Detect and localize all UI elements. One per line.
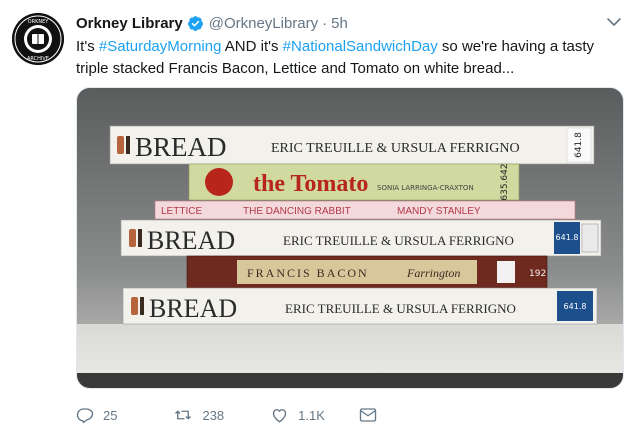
envelope-icon: [359, 408, 377, 422]
book-spine-lettice: LETTICE THE DANCING RABBIT MANDY STANLEY: [154, 200, 576, 220]
bread-title-text: BREAD: [147, 226, 235, 255]
direct-message-button[interactable]: [359, 407, 377, 423]
verified-badge-icon: [187, 15, 204, 32]
heart-icon: [272, 409, 287, 423]
tweet-header: Orkney Library @OrkneyLibrary · 5h: [76, 12, 348, 34]
book-spine-bread-bottom: BREAD ERIC TREUILLE & URSULA FERRIGNO 64…: [122, 287, 598, 325]
retweet-button[interactable]: 238: [173, 406, 224, 424]
user-handle[interactable]: @OrkneyLibrary: [209, 15, 318, 32]
bread-authors-text: ERIC TREUILLE & URSULA FERRIGNO: [271, 141, 520, 156]
hashtag-link[interactable]: #NationalSandwichDay: [283, 38, 438, 55]
tweet-text-segment: AND it's: [221, 38, 283, 55]
separator-dot: ·: [322, 14, 328, 32]
tweet-text: It's #SaturdayMorning AND it's #National…: [76, 36, 616, 80]
avatar[interactable]: ORKNEY ARCHIVE: [12, 13, 64, 65]
display-name[interactable]: Orkney Library: [76, 15, 183, 32]
book-spine-francis-bacon: FRANCIS BACON Farrington 192: [186, 255, 548, 289]
like-count: 1.1K: [298, 407, 325, 423]
book-spine-bread-top: BREAD ERIC TREUILLE & URSULA FERRIGNO 64…: [109, 125, 595, 165]
bacon-author-text: Farrington: [406, 266, 460, 280]
lettice-title-text: LETTICE: [161, 206, 202, 217]
book-spine-tomato: the Tomato SONIA LARRINGA-CRAXTON 635.64…: [188, 163, 520, 201]
tweet-photo[interactable]: BREAD ERIC TREUILLE & URSULA FERRIGNO 64…: [76, 87, 624, 389]
bacon-call-number-text: 192: [529, 269, 546, 279]
reply-button[interactable]: 25: [76, 406, 117, 424]
retweet-icon: [175, 410, 192, 420]
chevron-down-icon[interactable]: [606, 14, 622, 30]
tomato-authors-text: SONIA LARRINGA-CRAXTON: [377, 184, 474, 192]
bread-title-text: BREAD: [135, 132, 227, 162]
bread-call-number-text: 641.8: [574, 132, 584, 158]
tweet-text-segment: It's: [76, 38, 99, 55]
reply-icon: [76, 408, 94, 424]
lettice-subtitle-text: THE DANCING RABBIT: [243, 206, 351, 217]
book-stack-photo: BREAD ERIC TREUILLE & URSULA FERRIGNO 64…: [77, 88, 623, 388]
tomato-call-number-text: 635.642: [500, 163, 510, 200]
timestamp[interactable]: 5h: [331, 15, 348, 32]
svg-text:ARCHIVE: ARCHIVE: [27, 56, 49, 62]
tweet-card[interactable]: ORKNEY ARCHIVE Orkney Library @OrkneyLib…: [0, 0, 640, 434]
tomato-title-text: the Tomato: [253, 171, 368, 197]
book-spine-bread-middle: BREAD ERIC TREUILLE & URSULA FERRIGNO 64…: [120, 219, 602, 257]
retweet-count: 238: [202, 407, 225, 423]
bread-title-text: BREAD: [149, 294, 237, 323]
bread-authors-text: ERIC TREUILLE & URSULA FERRIGNO: [285, 301, 516, 316]
bread-call-number-text: 641.8: [564, 302, 587, 311]
hashtag-link[interactable]: #SaturdayMorning: [99, 38, 222, 55]
bread-authors-text: ERIC TREUILLE & URSULA FERRIGNO: [283, 233, 514, 248]
lettice-author-text: MANDY STANLEY: [397, 206, 481, 217]
library-logo-icon: ORKNEY ARCHIVE: [12, 13, 64, 65]
tweet-actions: 25 238 1.1K: [76, 401, 377, 429]
bread-call-number-text: 641.8: [556, 233, 579, 242]
like-button[interactable]: 1.1K: [270, 406, 325, 424]
svg-text:ORKNEY: ORKNEY: [28, 19, 50, 25]
bacon-title-text: FRANCIS BACON: [247, 266, 369, 280]
reply-count: 25: [103, 407, 118, 423]
